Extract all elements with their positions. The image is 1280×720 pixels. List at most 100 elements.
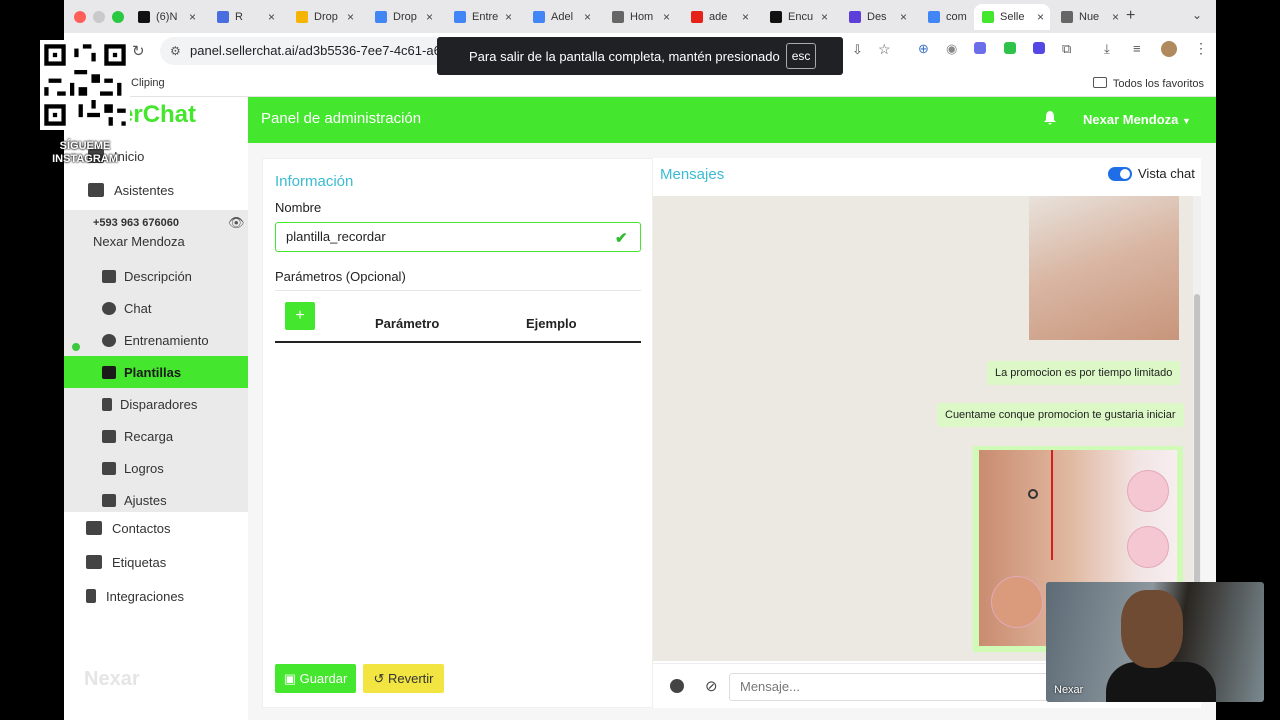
close-tab-icon[interactable]: × [426, 10, 433, 24]
revert-button[interactable]: ↺ Revertir [363, 664, 444, 693]
sidebar-item-etiquetas[interactable]: Etiquetas [64, 546, 248, 578]
browser-tab[interactable]: Selle × [974, 4, 1050, 30]
sidebar-item-integraciones[interactable]: Integraciones [64, 580, 248, 612]
tab-favicon [982, 11, 994, 23]
extension-icon[interactable] [974, 42, 986, 54]
tab-favicon [691, 11, 703, 23]
close-tab-icon[interactable]: × [268, 10, 275, 24]
tab-favicon [928, 11, 940, 23]
reload-icon[interactable]: ↻ [132, 42, 145, 60]
browser-tab[interactable]: Nue × [1053, 4, 1125, 30]
tab-favicon [849, 11, 861, 23]
sidebar-item-logros[interactable]: Logros [64, 452, 248, 484]
tab-search-icon[interactable]: ⌄ [1192, 8, 1202, 22]
tab-label: Adel [551, 11, 574, 23]
new-tab-button[interactable]: + [1126, 7, 1135, 25]
sidebar-item-chat[interactable]: Chat [64, 292, 248, 324]
tab-favicon [375, 11, 387, 23]
browser-tab[interactable]: Des × [841, 4, 913, 30]
chat-bubble: La promocion es por tiempo limitado [987, 361, 1181, 385]
webcam-person-body [1106, 662, 1216, 702]
instagram-caption: SÍGUEME INSTAGRAM [40, 140, 130, 166]
save-button[interactable]: ▣ Guardar [275, 664, 356, 693]
close-tab-icon[interactable]: × [1112, 10, 1119, 24]
tab-label: ade [709, 11, 728, 23]
layers-icon [102, 365, 116, 379]
account-name: Nexar Mendoza [93, 234, 185, 249]
sidebar-item-label: Recarga [124, 428, 174, 444]
close-tab-icon[interactable]: × [189, 10, 196, 24]
maximize-window-button[interactable] [112, 11, 124, 23]
close-tab-icon[interactable]: × [505, 10, 512, 24]
close-tab-icon[interactable]: × [900, 10, 907, 24]
browser-tab[interactable]: Encu × [762, 4, 834, 30]
browser-tab[interactable]: Drop × [288, 4, 360, 30]
extension-icon[interactable] [1033, 42, 1045, 54]
sidebar-item-plantillas[interactable]: Plantillas [64, 356, 248, 388]
download-icon[interactable]: ⤓ [1104, 41, 1110, 57]
bookmark-cliping[interactable]: Cliping [131, 77, 165, 89]
close-window-button[interactable] [74, 11, 86, 23]
paperclip-icon[interactable]: ⊘ [705, 677, 718, 695]
webcam-overlay: Nexar [1046, 582, 1264, 702]
media-icon[interactable]: ≡ [1133, 41, 1141, 56]
all-bookmarks[interactable]: Todos los favoritos [1093, 77, 1204, 90]
bell-icon[interactable] [1044, 111, 1056, 125]
add-parameter-button[interactable]: + [285, 302, 315, 330]
close-tab-icon[interactable]: × [663, 10, 670, 24]
install-icon[interactable]: ⇩ [852, 42, 863, 58]
plug-icon [86, 589, 96, 603]
close-tab-icon[interactable]: × [347, 10, 354, 24]
caret-down-icon: ▼ [1182, 116, 1191, 126]
save-label: Guardar [299, 671, 348, 686]
extension-icon[interactable] [1004, 42, 1016, 54]
chat-view-toggle[interactable] [1108, 167, 1132, 181]
browser-tab[interactable]: Entre × [446, 4, 518, 30]
sidebar-item-label: Logros [124, 460, 164, 476]
column-header-ejemplo: Ejemplo [526, 316, 577, 331]
app-logo[interactable]: erChat [120, 101, 196, 129]
sidebar-item-disparadores[interactable]: Disparadores [64, 388, 248, 420]
zoom-cursor-icon [1028, 489, 1038, 499]
sidebar-item-entrenamiento[interactable]: Entrenamiento [64, 324, 248, 356]
lens-icon[interactable]: ⊕ [918, 41, 929, 57]
check-icon: ✔ [615, 230, 628, 247]
divider [275, 290, 641, 291]
trophy-icon [102, 461, 116, 475]
photo-divider [1051, 450, 1053, 560]
sidebar-item-contactos[interactable]: Contactos [64, 512, 248, 544]
minimize-window-button[interactable] [93, 11, 105, 23]
sidebar-item-label: Plantillas [124, 364, 182, 380]
tab-favicon [217, 11, 229, 23]
browser-tab[interactable]: ade × [683, 4, 755, 30]
kebab-menu-icon[interactable]: ⋮ [1194, 40, 1208, 57]
close-tab-icon[interactable]: × [742, 10, 749, 24]
browser-tab[interactable]: Drop × [367, 4, 439, 30]
site-info-icon[interactable]: ⚙ [170, 37, 181, 65]
page-title: Panel de administración [261, 110, 422, 127]
browser-tab[interactable]: R × [209, 4, 281, 30]
sidebar-item-asistentes[interactable]: Asistentes [64, 174, 248, 206]
eye-icon[interactable]: 👁 [228, 215, 245, 231]
browser-tab[interactable]: Adel × [525, 4, 597, 30]
emoji-icon[interactable] [670, 679, 684, 693]
image-message[interactable] [1029, 196, 1179, 340]
user-menu[interactable]: Nexar Mendoza ▼ [1083, 112, 1191, 127]
bookmark-star-icon[interactable]: ☆ [878, 41, 891, 58]
close-tab-icon[interactable]: × [1037, 10, 1044, 24]
camera-ext-icon[interactable]: ◉ [946, 41, 957, 57]
browser-tab[interactable]: Hom × [604, 4, 676, 30]
close-tab-icon[interactable]: × [821, 10, 828, 24]
photo-inset [1127, 526, 1169, 568]
browser-tab[interactable]: (6)N × [130, 4, 202, 30]
template-name-input[interactable]: plantilla_recordar [275, 222, 641, 252]
wrench-icon [102, 493, 116, 507]
message-input[interactable]: Mensaje... [729, 673, 1069, 701]
sidebar-item-label: Disparadores [120, 396, 198, 412]
toggle-label: Vista chat [1138, 166, 1195, 181]
sidebar-item-recarga[interactable]: Recarga [64, 420, 248, 452]
puzzle-icon[interactable]: ⧉ [1062, 41, 1071, 57]
close-tab-icon[interactable]: × [584, 10, 591, 24]
profile-avatar[interactable] [1161, 41, 1177, 57]
sidebar-item-descripcion[interactable]: Descripción [64, 260, 248, 292]
